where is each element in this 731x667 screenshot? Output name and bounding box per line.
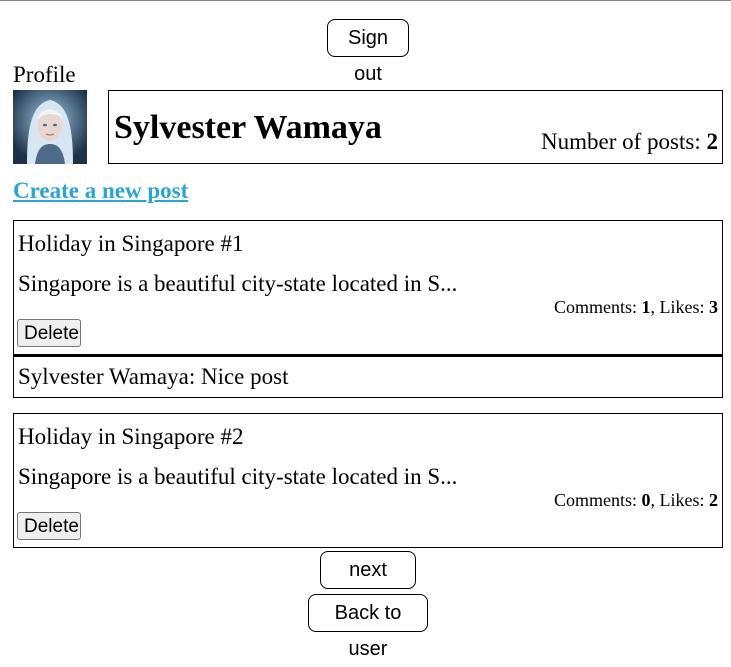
post-card: Holiday in Singapore #1 Singapore is a b… <box>13 220 723 355</box>
post-stats: Comments: 1, Likes: 3 <box>554 297 718 318</box>
back-to-user-button[interactable]: Back to user <box>308 594 428 660</box>
profile-label: Profile <box>13 62 76 87</box>
comments-label: Comments: <box>553 297 642 317</box>
comment-author: Sylvester Wamaya <box>18 364 189 389</box>
top-divider <box>0 0 731 1</box>
comment-separator: : <box>188 364 201 389</box>
create-post-link[interactable]: Create a new post <box>13 178 188 204</box>
delete-post-button[interactable]: Delete <box>17 512 81 540</box>
likes-label: , Likes: <box>650 490 709 510</box>
profile-header: Sylvester Wamaya Number of posts: 2 <box>108 90 723 164</box>
sign-out-button[interactable]: Sign out <box>327 19 409 85</box>
comment-body: Nice post <box>200 364 289 389</box>
user-name: Sylvester Wamaya <box>114 109 382 146</box>
likes-label: , Likes: <box>650 297 709 317</box>
post-excerpt: Singapore is a beautiful city-state loca… <box>18 464 458 489</box>
post-stats: Comments: 0, Likes: 2 <box>554 490 718 511</box>
comments-count: 1 <box>641 297 651 317</box>
likes-count: 2 <box>709 490 718 510</box>
comments-count: 0 <box>641 490 651 510</box>
comment-text: Sylvester Wamaya: Nice post <box>18 364 288 390</box>
next-page-button[interactable]: next page <box>320 551 416 617</box>
posts-count-value: 2 <box>706 129 719 154</box>
posts-count-label: Number of posts: <box>541 129 707 154</box>
avatar-image <box>13 90 87 164</box>
posts-count: Number of posts: 2 <box>541 129 718 155</box>
post-title: Holiday in Singapore #1 <box>18 231 244 256</box>
post-card: Holiday in Singapore #2 Singapore is a b… <box>13 413 723 548</box>
likes-count: 3 <box>709 297 718 317</box>
delete-post-button[interactable]: Delete <box>17 319 81 347</box>
post-title: Holiday in Singapore #2 <box>18 424 244 449</box>
post-excerpt: Singapore is a beautiful city-state loca… <box>18 271 458 296</box>
avatar <box>13 90 87 164</box>
comments-label: Comments: <box>553 490 642 510</box>
comment-item: Sylvester Wamaya: Nice post <box>13 355 723 398</box>
